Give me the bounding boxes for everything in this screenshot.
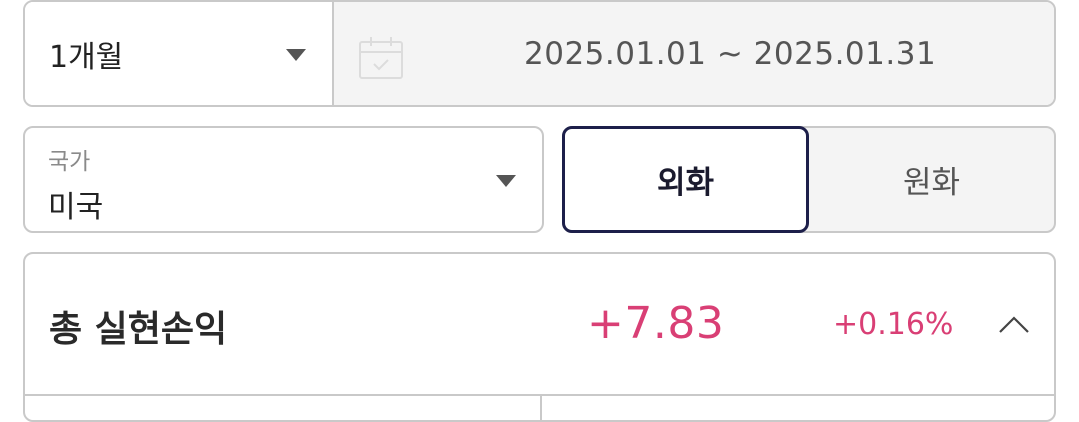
toggle-won-currency[interactable]: 원화 — [809, 128, 1054, 231]
chevron-up-icon[interactable] — [997, 312, 1031, 336]
country-select[interactable]: 국가 미국 — [23, 126, 544, 233]
currency-toggle: 외화 원화 — [562, 126, 1056, 233]
calendar-icon — [359, 37, 403, 79]
date-range-field: 2025.01.01 ~ 2025.01.31 — [334, 2, 1054, 105]
chevron-down-icon — [496, 175, 516, 187]
period-select[interactable]: 1개월 — [25, 2, 334, 105]
period-filter-row: 1개월 2025.01.01 ~ 2025.01.31 — [23, 0, 1056, 107]
country-select-value: 미국 — [48, 190, 104, 225]
summary-amount: +7.83 — [587, 298, 725, 349]
period-select-value: 1개월 — [49, 39, 124, 75]
summary-title: 총 실현손익 — [49, 309, 228, 350]
chevron-down-icon — [286, 49, 306, 61]
summary-column-divider — [540, 395, 542, 420]
date-range-text: 2025.01.01 ~ 2025.01.31 — [524, 35, 937, 72]
toggle-foreign-currency[interactable]: 외화 — [562, 126, 809, 233]
country-select-label: 국가 — [48, 149, 91, 175]
toggle-foreign-currency-label: 외화 — [656, 165, 715, 201]
summary-rate: +0.16% — [833, 307, 954, 342]
toggle-won-currency-label: 원화 — [902, 165, 961, 201]
realized-pnl-summary: 총 실현손익 +7.83 +0.16% — [23, 252, 1056, 422]
